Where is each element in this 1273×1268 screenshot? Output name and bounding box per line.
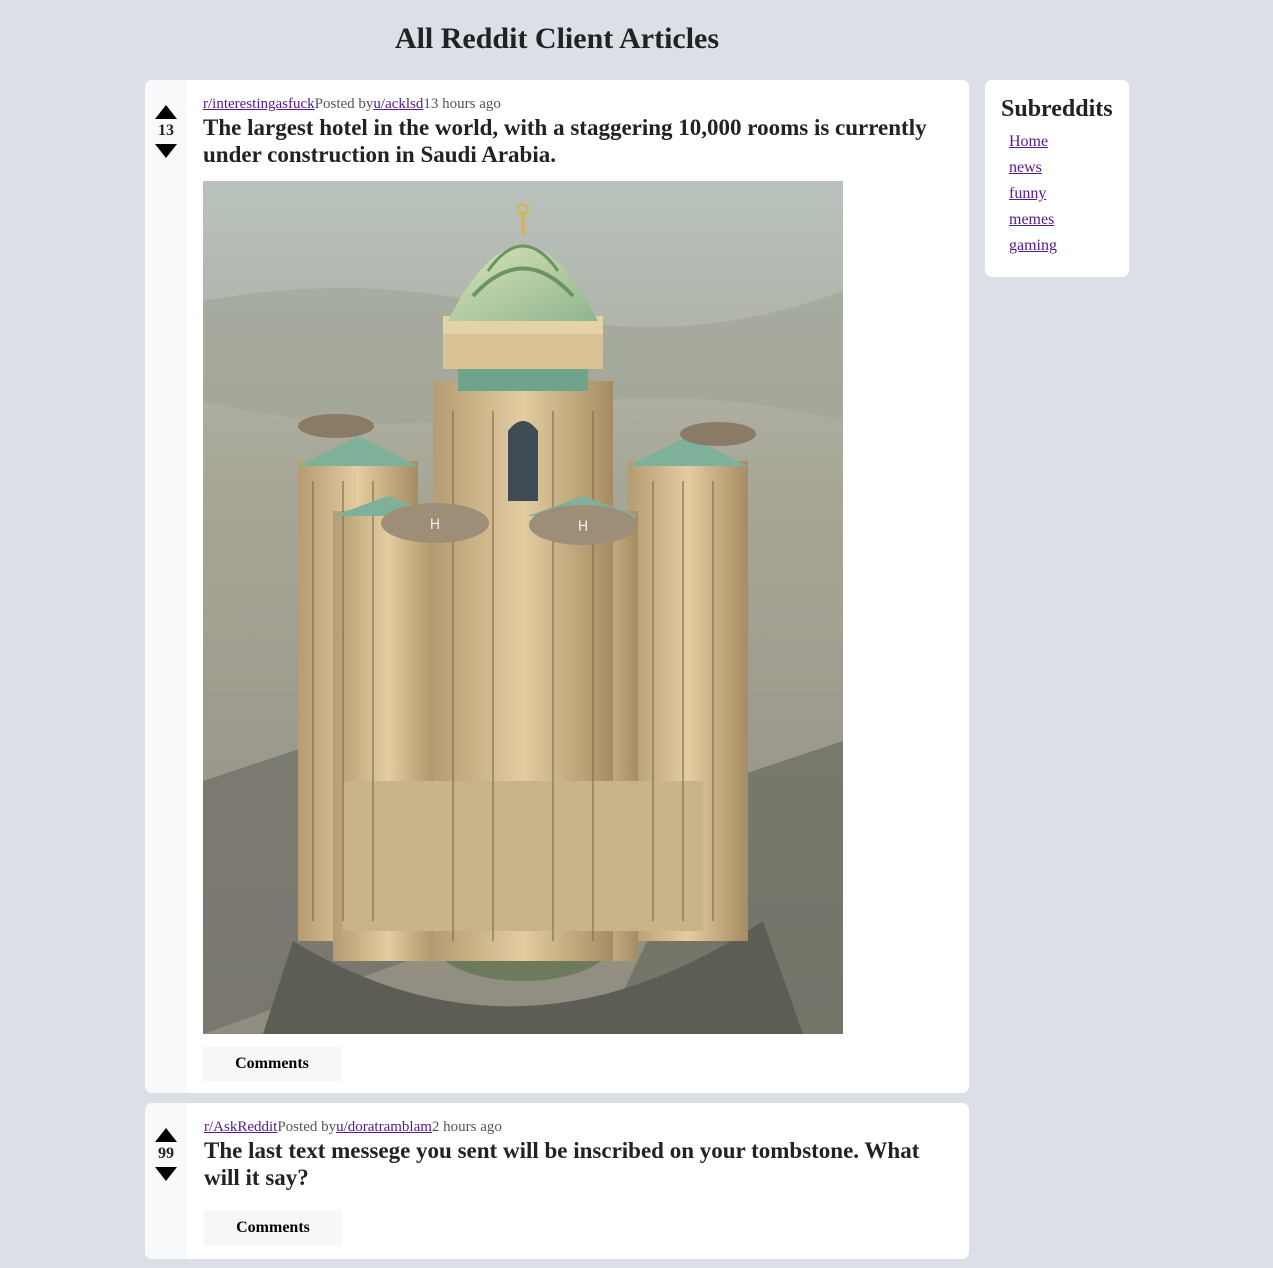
upvote-icon[interactable] — [155, 105, 177, 119]
page-title: All Reddit Client Articles — [394, 22, 720, 55]
post-meta: r/interestingasfuckPosted byu/acklsd13 h… — [203, 96, 953, 112]
sidebar-item-news[interactable]: news — [1009, 159, 1042, 176]
vote-column: 99 — [145, 1103, 187, 1259]
svg-text:H: H — [430, 517, 441, 533]
post-card: 99 r/AskRedditPosted byu/doratramblam2 h… — [145, 1103, 969, 1259]
downvote-icon[interactable] — [155, 1167, 177, 1181]
vote-count: 99 — [158, 1145, 174, 1162]
upvote-icon[interactable] — [155, 1128, 177, 1142]
vote-column: 13 — [145, 80, 187, 1093]
post-meta: r/AskRedditPosted byu/doratramblam2 hour… — [204, 1119, 953, 1135]
comments-button[interactable]: Comments — [203, 1047, 341, 1081]
sidebar-title: Subreddits — [1001, 96, 1113, 122]
post-card: 13 r/interestingasfuckPosted byu/acklsd1… — [145, 80, 969, 1093]
post-content: r/AskRedditPosted byu/doratramblam2 hour… — [187, 1103, 969, 1259]
comments-button[interactable]: Comments — [204, 1211, 342, 1245]
post-image[interactable]: H H — [203, 181, 843, 1034]
svg-text:H: H — [578, 519, 589, 535]
post-time: 13 hours ago — [423, 96, 501, 112]
post-content: r/interestingasfuckPosted byu/acklsd13 h… — [187, 80, 969, 1093]
author-link[interactable]: u/acklsd — [373, 96, 423, 112]
sidebar-item-home[interactable]: Home — [1009, 133, 1048, 150]
post-title[interactable]: The last text messege you sent will be i… — [204, 1137, 953, 1191]
sidebar-item-funny[interactable]: funny — [1009, 185, 1046, 202]
vote-count: 13 — [158, 122, 174, 139]
sidebar-item-memes[interactable]: memes — [1009, 211, 1054, 228]
subreddit-link[interactable]: r/interestingasfuck — [203, 96, 315, 112]
post-title[interactable]: The largest hotel in the world, with a s… — [203, 114, 953, 168]
subreddit-list: Home news funny memes gaming — [1001, 129, 1113, 259]
sidebar-item-gaming[interactable]: gaming — [1009, 237, 1057, 254]
subreddit-link[interactable]: r/AskReddit — [204, 1119, 277, 1135]
post-time: 2 hours ago — [431, 1119, 502, 1135]
subreddits-sidebar: Subreddits Home news funny memes gaming — [985, 80, 1129, 277]
posted-by-label: Posted by — [277, 1119, 337, 1135]
posted-by-label: Posted by — [314, 96, 374, 112]
downvote-icon[interactable] — [155, 144, 177, 158]
author-link[interactable]: u/doratramblam — [336, 1119, 432, 1135]
